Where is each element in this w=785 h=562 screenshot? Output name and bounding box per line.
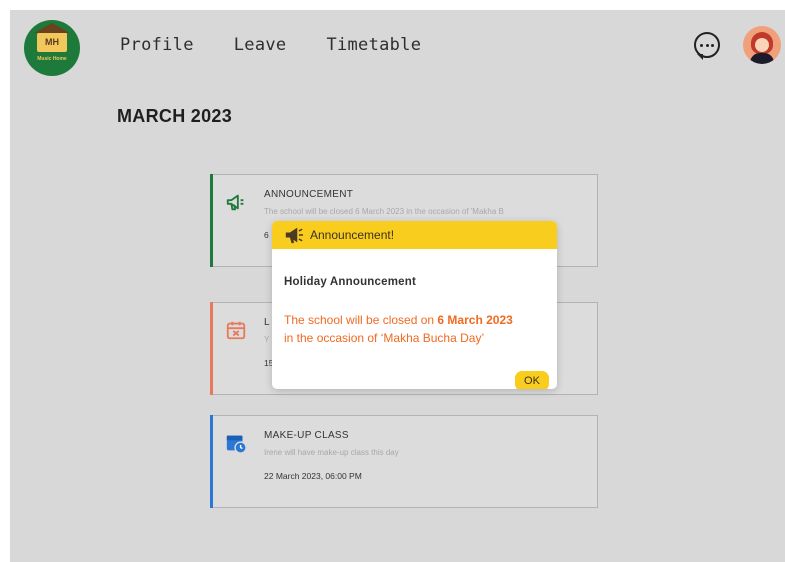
card-title: L: [264, 317, 270, 328]
modal-body-highlight: 6 March 2023: [437, 313, 513, 327]
calendar-x-icon: [226, 321, 246, 340]
modal-header: Announcement!: [272, 221, 557, 249]
ok-button[interactable]: OK: [515, 371, 549, 389]
card-date: 22 March 2023, 06:00 PM: [264, 471, 362, 481]
card-title: MAKE-UP CLASS: [264, 430, 349, 441]
page-title: MARCH 2023: [117, 106, 233, 126]
logo-text: MH: [45, 37, 59, 47]
user-avatar[interactable]: [743, 26, 781, 64]
nav-item-profile[interactable]: Profile: [120, 35, 194, 55]
card-date: 6: [264, 230, 269, 240]
modal-body-prefix: The school will be closed on: [284, 313, 438, 327]
announcement-modal: Announcement! Holiday Announcement The s…: [272, 221, 557, 389]
house-icon: MH: [34, 23, 70, 52]
chat-bubble-icon[interactable]: [694, 32, 720, 60]
card-description: Y: [264, 335, 270, 344]
card-makeup-class[interactable]: MAKE-UP CLASS Irene will have make-up cl…: [210, 415, 598, 508]
nav-item-timetable[interactable]: Timetable: [326, 35, 421, 55]
card-accent-bar: [210, 302, 213, 395]
card-accent-bar: [210, 174, 213, 267]
calendar-clock-icon: [226, 435, 247, 454]
card-title: ANNOUNCEMENT: [264, 189, 354, 200]
card-accent-bar: [210, 415, 213, 508]
card-description: Irene will have make-up class this day: [264, 448, 399, 457]
top-nav: Profile Leave Timetable: [120, 35, 461, 55]
logo-subtext: Music Home: [37, 56, 67, 62]
music-home-logo[interactable]: ♪ MH Music Home: [24, 20, 80, 76]
card-description: The school will be closed 6 March 2023 i…: [264, 207, 504, 216]
nav-item-leave[interactable]: Leave: [234, 35, 287, 55]
modal-body: The school will be closed on 6 March 202…: [284, 311, 554, 347]
megaphone-icon: [285, 227, 303, 244]
modal-body-suffix: in the occasion of ‘Makha Bucha Day’: [284, 331, 485, 345]
app-window: ♪ MH Music Home Profile Leave Timetable …: [10, 10, 785, 562]
modal-subtitle: Holiday Announcement: [284, 276, 416, 288]
megaphone-icon: [226, 194, 244, 211]
modal-title: Announcement!: [310, 228, 395, 242]
